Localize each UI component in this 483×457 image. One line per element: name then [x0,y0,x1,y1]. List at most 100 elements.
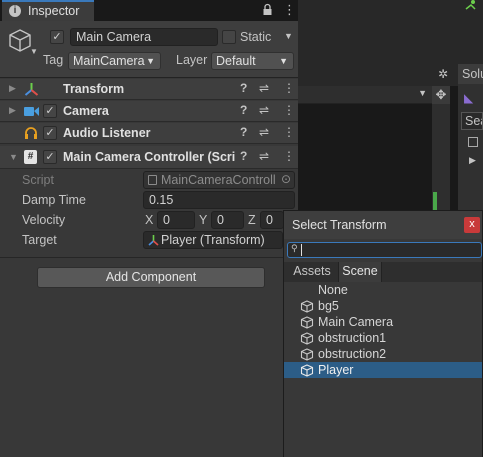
static-dropdown-icon[interactable]: ▼ [284,31,293,41]
tag-label: Tag [43,53,64,67]
component-menu-icon[interactable]: ⋮ [283,103,295,117]
list-item[interactable]: Main Camera [284,314,482,330]
object-picker-icon: ⊙ [280,172,291,186]
component-audio-listener[interactable]: ✓ Audio Listener ? ⇌ ⋮ [0,123,298,144]
component-name: Camera [63,104,109,118]
preset-icon[interactable]: ⇌ [259,81,269,95]
static-label: Static [240,30,272,44]
static-checkbox[interactable] [222,30,236,44]
scene-dropdown[interactable]: ▼ [298,86,432,104]
active-checkbox[interactable]: ✓ [50,30,64,44]
toolbar-background [298,0,483,64]
help-icon[interactable]: ? [240,125,247,139]
list-item-selected[interactable]: Player [284,362,482,378]
inspector-panel: i Inspector ⋮ ▼ ✓ Main Camera Static ▼ T… [0,0,298,457]
help-icon[interactable]: ? [240,103,247,117]
gameobject-header: ▼ ✓ Main Camera Static ▼ Tag MainCamera … [0,21,298,78]
velocity-y-field[interactable]: 0 [211,211,244,229]
layer-value: Default [216,54,256,68]
target-field[interactable]: Player (Transform) [143,231,283,249]
velocity-z-field[interactable]: 0 [260,211,284,229]
gameobject-name-field[interactable]: Main Camera [70,28,218,46]
target-value: Player (Transform) [161,233,265,247]
settings-gear-icon[interactable]: ✲ [438,67,448,81]
camera-icon [24,107,39,116]
gameobject-icon [300,332,314,345]
component-camera[interactable]: ▶ ✓ Camera ? ⇌ ⋮ [0,101,298,122]
component-name: Main Camera Controller (Scrip [63,150,235,164]
help-icon[interactable]: ? [240,149,247,163]
expand-arrow-icon[interactable]: ▶ [469,155,476,166]
transform-small-icon [148,235,159,246]
help-icon[interactable]: ? [240,81,247,95]
add-component-button[interactable]: Add Component [37,267,265,288]
component-menu-icon[interactable]: ⋮ [283,125,295,139]
list-item-none[interactable]: None [284,282,482,298]
lock-icon[interactable] [262,3,273,17]
tag-value: MainCamera [73,54,145,68]
script-file-icon [148,175,157,185]
foldout-arrow-icon[interactable]: ▶ [9,105,16,116]
solution-node-icon [468,137,478,147]
tab-inspector[interactable]: i Inspector [2,0,94,21]
text-cursor [301,244,302,256]
scene-green-marker [433,192,437,210]
script-label: Script [22,173,54,187]
chevron-down-icon: ▼ [146,56,155,66]
foldout-expanded-arrow-icon[interactable]: ▼ [9,152,18,162]
component-transform[interactable]: ▶ Transform ? ⇌ ⋮ [0,79,298,100]
target-label: Target [22,233,57,247]
solution-search[interactable]: Sea [461,112,483,130]
popup-tab-bar: Assets Scene [284,262,482,282]
scene-view-toolbar: ✲ [298,64,458,86]
foldout-arrow-icon[interactable]: ▶ [9,83,16,94]
gameobject-icon [300,348,314,361]
gameobject-icon [300,316,314,329]
preset-icon[interactable]: ⇌ [259,149,269,163]
visual-studio-icon[interactable]: ◣ [464,91,480,107]
script-icon: # [24,150,37,164]
tag-dropdown[interactable]: MainCamera ▼ [68,52,161,70]
audio-listener-enabled-checkbox[interactable]: ✓ [43,126,57,140]
preset-icon[interactable]: ⇌ [259,125,269,139]
component-name: Audio Listener [63,126,151,140]
popup-search-input[interactable]: ⚲ [287,242,482,258]
chevron-down-icon: ▼ [418,88,427,98]
list-item[interactable]: obstruction2 [284,346,482,362]
velocity-x-label: X [145,213,154,227]
list-item[interactable]: bg5 [284,298,482,314]
script-field: MainCameraControll ⊙ [143,171,295,189]
solution-tab[interactable]: Solu [458,64,483,84]
velocity-y-label: Y [199,213,208,227]
velocity-label: Velocity [22,213,66,227]
kebab-menu-icon[interactable]: ⋮ [283,2,296,18]
layer-label: Layer [176,53,208,67]
popup-title: Select Transform [292,218,387,232]
layer-dropdown[interactable]: Default ▼ [211,52,294,70]
headphones-icon [25,127,37,139]
icon-dropdown-arrow-icon[interactable]: ▼ [30,47,38,56]
move-tool-icon[interactable]: ✥ [432,86,450,104]
list-item[interactable]: obstruction1 [284,330,482,346]
popup-title-bar: Select Transform x [284,211,482,239]
preset-icon[interactable]: ⇌ [259,103,269,117]
close-button[interactable]: x [464,217,480,233]
velocity-z-label: Z [248,213,256,227]
damp-time-label: Damp Time [22,193,86,207]
controller-enabled-checkbox[interactable]: ✓ [43,150,57,164]
tab-scene[interactable]: Scene [338,262,382,282]
camera-enabled-checkbox[interactable]: ✓ [43,104,57,118]
select-transform-window: Select Transform x ⚲ Assets Scene None b… [283,210,483,457]
gameobject-icon [300,300,314,313]
transform-icon [24,83,39,96]
tab-assets[interactable]: Assets [288,262,336,282]
component-main-camera-controller[interactable]: ▼ # ✓ Main Camera Controller (Scrip ? ⇌ … [0,146,298,169]
damp-time-field[interactable]: 0.15 [143,191,295,209]
component-name: Transform [63,82,125,96]
gizmo-person-icon[interactable] [464,0,478,10]
script-value: MainCameraControll [161,173,276,187]
component-menu-icon[interactable]: ⋮ [283,149,295,163]
component-menu-icon[interactable]: ⋮ [283,81,295,95]
velocity-x-field[interactable]: 0 [157,211,195,229]
chevron-down-icon: ▼ [279,56,288,66]
